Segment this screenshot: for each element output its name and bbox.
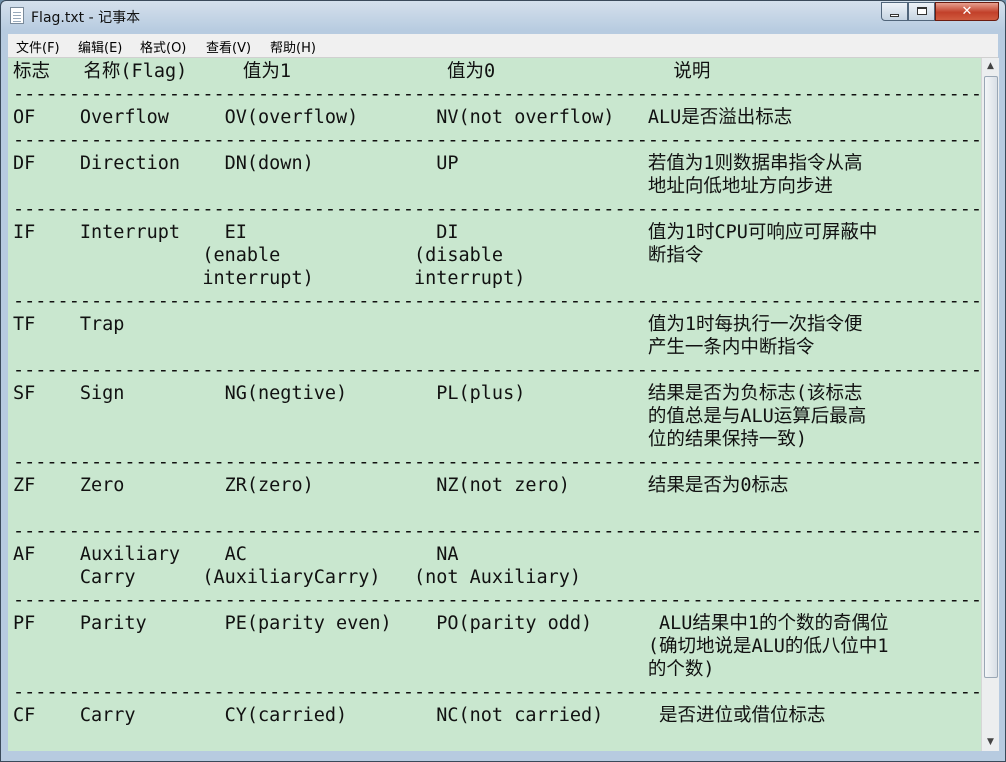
text-line[interactable]: SF Sign NG(negtive) PL(plus) 结果是否为负标志(该标…	[13, 382, 981, 405]
close-button[interactable]: ✕	[935, 2, 999, 21]
vertical-scrollbar[interactable]: ▲ ▼	[981, 58, 999, 751]
window-bottom-border	[8, 751, 998, 761]
close-icon: ✕	[961, 4, 973, 19]
scroll-down-icon[interactable]: ▼	[982, 734, 999, 751]
text-line[interactable]: ----------------------------------------…	[13, 451, 981, 474]
text-line[interactable]: 标志 名称(Flag) 值为1 值为0 说明	[13, 60, 981, 83]
menu-view[interactable]: 查看(V)	[206, 37, 251, 56]
text-line[interactable]: IF Interrupt EI DI 值为1时CPU可响应可屏蔽中	[13, 221, 981, 244]
text-line[interactable]: ----------------------------------------…	[13, 129, 981, 152]
window-title: Flag.txt - 记事本	[31, 10, 141, 26]
text-line[interactable]: CF Carry CY(carried) NC(not carried) 是否进…	[13, 704, 981, 727]
notepad-window: Flag.txt - 记事本 ✕ 文件(F) 编辑(E) 格式(O) 查看(V)…	[0, 0, 1006, 762]
text-line[interactable]: ----------------------------------------…	[13, 83, 981, 106]
text-line[interactable]	[13, 497, 981, 520]
notepad-icon[interactable]	[10, 7, 24, 24]
text-line[interactable]: TF Trap 值为1时每执行一次指令便	[13, 313, 981, 336]
text-line[interactable]: ----------------------------------------…	[13, 520, 981, 543]
text-line[interactable]: 产生一条内中断指令	[13, 336, 981, 359]
menu-file[interactable]: 文件(F)	[16, 37, 60, 56]
text-line[interactable]: ZF Zero ZR(zero) NZ(not zero) 结果是否为0标志	[13, 474, 981, 497]
minimize-button[interactable]	[881, 2, 908, 21]
text-line[interactable]: Carry (AuxiliaryCarry) (not Auxiliary)	[13, 566, 981, 589]
text-line[interactable]: (确切地说是ALU的低八位中1	[13, 635, 981, 658]
text-line[interactable]: ----------------------------------------…	[13, 589, 981, 612]
text-line[interactable]: DF Direction DN(down) UP 若值为1则数据串指令从高	[13, 152, 981, 175]
menu-edit[interactable]: 编辑(E)	[78, 37, 122, 56]
text-line[interactable]: interrupt) interrupt)	[13, 267, 981, 290]
text-line[interactable]: AF Auxiliary AC NA	[13, 543, 981, 566]
text-line[interactable]: ----------------------------------------…	[13, 681, 981, 704]
text-line[interactable]: OF Overflow OV(overflow) NV(not overflow…	[13, 106, 981, 129]
menu-format[interactable]: 格式(O)	[140, 37, 186, 56]
scroll-thumb[interactable]	[984, 76, 998, 678]
minimize-icon	[890, 14, 899, 17]
scroll-up-icon[interactable]: ▲	[982, 58, 999, 75]
maximize-button[interactable]	[908, 2, 935, 21]
menu-bar: 文件(F) 编辑(E) 格式(O) 查看(V) 帮助(H)	[8, 34, 998, 58]
text-line[interactable]: ----------------------------------------…	[13, 359, 981, 382]
maximize-icon	[917, 7, 927, 15]
text-line[interactable]: PF Parity PE(parity even) PO(parity odd)…	[13, 612, 981, 635]
text-line[interactable]: (enable (disable 断指令	[13, 244, 981, 267]
text-line[interactable]: 地址向低地址方向步进	[13, 175, 981, 198]
text-editor[interactable]: 标志 名称(Flag) 值为1 值为0 说明 ------------------…	[8, 58, 981, 751]
text-line[interactable]: ----------------------------------------…	[13, 198, 981, 221]
text-line[interactable]: 的值总是与ALU运算后最高	[13, 405, 981, 428]
text-line[interactable]: ----------------------------------------…	[13, 290, 981, 313]
menu-help[interactable]: 帮助(H)	[270, 37, 316, 56]
text-line[interactable]: 位的结果保持一致)	[13, 428, 981, 451]
text-line[interactable]: 的个数)	[13, 658, 981, 681]
title-bar[interactable]: Flag.txt - 记事本 ✕	[1, 1, 1005, 31]
document-text[interactable]: 标志 名称(Flag) 值为1 值为0 说明 ------------------…	[13, 60, 981, 727]
